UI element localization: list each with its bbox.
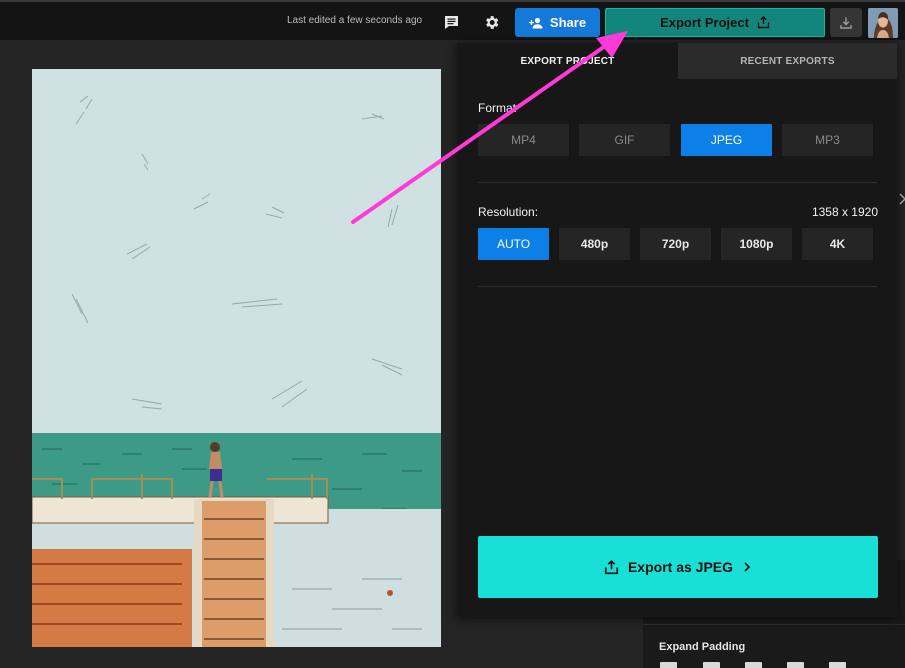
- export-as-jpeg-button[interactable]: Export as JPEG: [478, 536, 878, 598]
- pad-left-icon[interactable]: [703, 662, 720, 668]
- format-label: Format: [478, 101, 517, 115]
- download-icon: [840, 17, 852, 29]
- avatar[interactable]: [868, 8, 898, 38]
- format-mp4-button[interactable]: MP4: [478, 124, 569, 156]
- share-button-label: Share: [549, 15, 587, 30]
- export-as-jpeg-label: Export as JPEG: [627, 559, 734, 575]
- share-button[interactable]: Share: [515, 8, 600, 37]
- add-person-icon: [528, 17, 543, 28]
- tab-export-project[interactable]: EXPORT PROJECT: [457, 43, 678, 79]
- format-gif-button[interactable]: GIF: [579, 124, 670, 156]
- format-mp3-button[interactable]: MP3: [782, 124, 873, 156]
- resolution-value: 1358 x 1920: [811, 205, 878, 219]
- download-button[interactable]: [830, 8, 862, 37]
- resolution-1080p-button[interactable]: 1080p: [721, 228, 792, 260]
- pad-all-icon[interactable]: [829, 662, 846, 668]
- upload-icon: [604, 559, 619, 574]
- pad-top-icon[interactable]: [660, 662, 677, 668]
- divider: [478, 182, 877, 183]
- export-popup: EXPORT PROJECT RECENT EXPORTS Format MP4…: [457, 43, 905, 617]
- export-project-button[interactable]: Export Project: [605, 8, 825, 37]
- resolution-480p-button[interactable]: 480p: [559, 228, 630, 260]
- top-bar: Last edited a few seconds ago Share Expo…: [0, 0, 905, 40]
- divider: [478, 286, 877, 287]
- tab-recent-exports[interactable]: RECENT EXPORTS: [678, 43, 897, 79]
- format-jpeg-button[interactable]: JPEG: [681, 124, 772, 156]
- upload-icon: [757, 16, 770, 29]
- gear-icon[interactable]: [480, 11, 502, 33]
- resolution-720p-button[interactable]: 720p: [640, 228, 711, 260]
- side-divider: [643, 624, 905, 625]
- pad-right-icon[interactable]: [745, 662, 762, 668]
- resolution-label: Resolution:: [478, 205, 539, 219]
- pad-bottom-icon[interactable]: [787, 662, 804, 668]
- expand-padding-label: Expand Padding: [659, 641, 746, 653]
- chevron-right-icon: [744, 562, 751, 572]
- resolution-auto-button[interactable]: AUTO: [478, 228, 549, 260]
- last-edited-status: Last edited a few seconds ago: [287, 15, 423, 26]
- resolution-4k-button[interactable]: 4K: [802, 228, 873, 260]
- comment-icon[interactable]: [440, 11, 462, 33]
- export-project-label: Export Project: [660, 15, 749, 30]
- canvas-artwork[interactable]: [32, 69, 441, 647]
- chevron-right-icon: [899, 193, 905, 205]
